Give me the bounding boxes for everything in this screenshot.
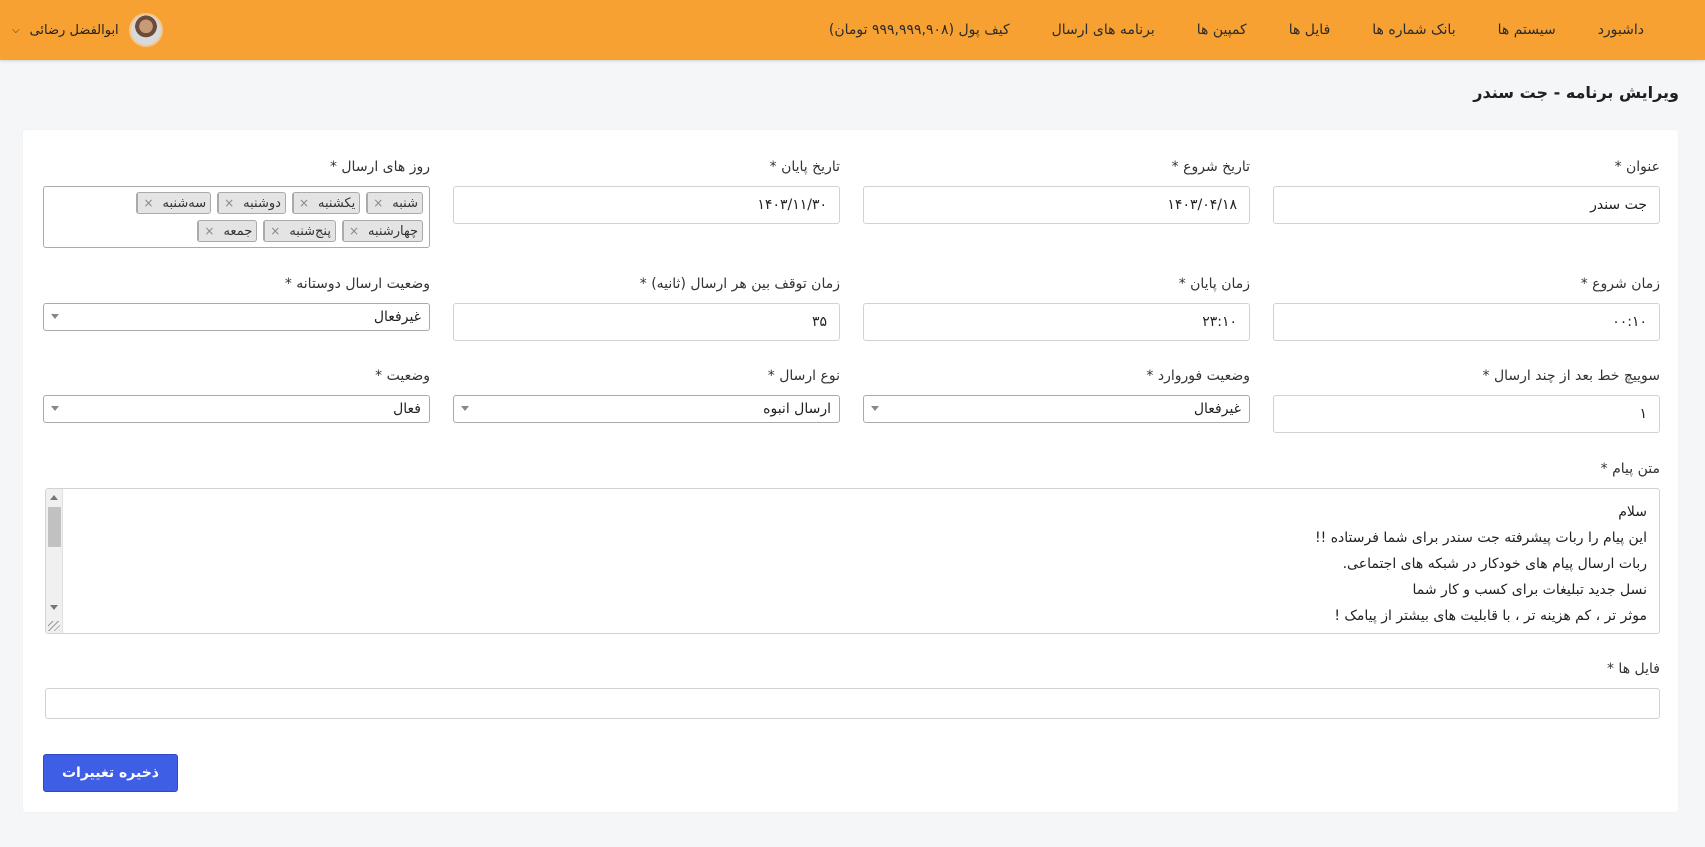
start-date-field: تاریخ شروع * (863, 158, 1250, 224)
form-card: عنوان * تاریخ شروع * تاریخ پایان * روز ه… (23, 130, 1678, 812)
day-tag-label: دوشنبه (243, 195, 281, 211)
end-date-field: تاریخ پایان * (453, 158, 840, 224)
end-time-label: زمان پایان * (1178, 276, 1250, 292)
top-navbar: داشبورد سیستم ها بانک شماره ها فایل ها ک… (0, 0, 1705, 60)
day-tag: × شنبه (366, 192, 423, 214)
start-time-label: زمان شروع * (1580, 276, 1660, 292)
title-label: عنوان * (1614, 159, 1660, 175)
status-select[interactable]: فعال (43, 395, 430, 423)
day-tag: × جمعه (197, 220, 258, 242)
remove-tag-icon[interactable]: × (137, 193, 158, 213)
end-time-field: زمان پایان * (863, 275, 1250, 341)
files-field: فایل ها * (45, 660, 1660, 719)
send-type-label: نوع ارسال * (767, 368, 840, 384)
page-title: ویرایش برنامه - جت سندر (1473, 83, 1679, 102)
line-switch-label: سوییچ خط بعد از چند ارسال * (1482, 368, 1660, 384)
end-time-input[interactable] (863, 303, 1250, 341)
day-tag: × یکشنبه (291, 192, 361, 214)
forward-status-value: غیرفعال (1193, 401, 1241, 417)
nav-campaigns[interactable]: کمپین ها (1176, 22, 1268, 38)
send-type-value: ارسال انبوه (763, 401, 831, 417)
nav-send-schedules[interactable]: برنامه های ارسال (1031, 22, 1176, 38)
forward-status-select[interactable]: غیرفعال (863, 395, 1250, 423)
friendly-status-select[interactable]: غیرفعال (43, 303, 430, 331)
scroll-down-icon[interactable] (50, 605, 58, 610)
start-time-field: زمان شروع * (1273, 275, 1660, 341)
message-line: سلام (1618, 504, 1647, 520)
day-tag-label: یکشنبه (318, 195, 356, 211)
message-line: موثر تر ، کم هزینه تر ، با قابلیت های بی… (1334, 608, 1647, 624)
send-type-select[interactable]: ارسال انبوه (453, 395, 840, 423)
day-tag: × دوشنبه (217, 192, 286, 214)
pause-time-input[interactable] (453, 303, 840, 341)
end-date-input[interactable] (453, 186, 840, 224)
message-textarea[interactable]: سلام این پیام را ربات پیشرفته جت سندر بر… (45, 488, 1660, 634)
day-tag-label: جمعه (223, 223, 253, 239)
title-field: عنوان * (1273, 158, 1660, 224)
day-tag-label: سه‌شنبه (162, 195, 207, 211)
message-field: متن پیام * سلام این پیام را ربات پیشرفته… (45, 460, 1660, 634)
chevron-down-icon (51, 314, 59, 319)
start-date-input[interactable] (863, 186, 1250, 224)
friendly-status-field: وضعیت ارسال دوستانه * غیرفعال (43, 275, 430, 331)
day-tag: × سه‌شنبه (136, 192, 212, 214)
pause-time-field: زمان توقف بین هر ارسال (ثانیه) * (453, 275, 840, 341)
day-tag: × پنج‌شنبه (263, 220, 336, 242)
chevron-down-icon: ⌵ (12, 24, 20, 36)
chevron-down-icon (871, 406, 879, 411)
message-line: نسل جدید تبلیغات برای کسب و کار شما (1412, 582, 1647, 598)
files-label: فایل ها * (1606, 661, 1660, 677)
textarea-scrollbar[interactable] (46, 489, 63, 633)
save-button[interactable]: ذخیره تغییرات (43, 754, 178, 792)
avatar (128, 13, 163, 47)
remove-tag-icon[interactable]: × (292, 193, 314, 213)
scroll-thumb[interactable] (48, 507, 61, 547)
remove-tag-icon[interactable]: × (342, 221, 364, 241)
title-input[interactable] (1273, 186, 1660, 224)
day-tag-label: پنج‌شنبه (289, 223, 331, 239)
remove-tag-icon[interactable]: × (264, 221, 285, 241)
forward-status-field: وضعیت فوروارد * غیرفعال (863, 367, 1250, 423)
message-line: ربات ارسال پیام های خودکار در شبکه های ا… (1342, 556, 1647, 572)
user-name: ابوالفضل رضائی (29, 22, 119, 38)
main-nav: داشبورد سیستم ها بانک شماره ها فایل ها ک… (808, 22, 1665, 38)
files-multiselect[interactable] (45, 688, 1660, 719)
send-type-field: نوع ارسال * ارسال انبوه (453, 367, 840, 423)
pause-time-label: زمان توقف بین هر ارسال (ثانیه) * (639, 276, 840, 292)
nav-systems[interactable]: سیستم ها (1477, 22, 1577, 38)
send-days-label: روز های ارسال * (329, 159, 430, 175)
remove-tag-icon[interactable]: × (367, 193, 388, 213)
friendly-status-label: وضعیت ارسال دوستانه * (284, 276, 430, 292)
scroll-up-icon[interactable] (50, 495, 58, 500)
forward-status-label: وضعیت فوروارد * (1146, 368, 1250, 384)
status-field: وضعیت * فعال (43, 367, 430, 423)
nav-files[interactable]: فایل ها (1268, 22, 1352, 38)
message-label: متن پیام * (1600, 461, 1660, 477)
status-value: فعال (393, 401, 421, 417)
send-days-field: روز های ارسال * × شنبه × یکشنبه × دوشنبه × س… (43, 158, 430, 248)
friendly-status-value: غیرفعال (373, 309, 421, 325)
day-tag-label: چهارشنبه (368, 223, 418, 239)
line-switch-input[interactable] (1273, 395, 1660, 433)
nav-dashboard[interactable]: داشبورد (1577, 22, 1665, 38)
chevron-down-icon (461, 406, 469, 411)
send-days-multiselect[interactable]: × شنبه × یکشنبه × دوشنبه × سه‌شنبه × چهارشنبه… (43, 186, 430, 248)
nav-number-banks[interactable]: بانک شماره ها (1351, 22, 1476, 38)
resize-grip-icon[interactable] (48, 621, 60, 631)
remove-tag-icon[interactable]: × (218, 193, 239, 213)
user-menu[interactable]: ⌵ ابوالفضل رضائی (12, 0, 163, 60)
start-time-input[interactable] (1273, 303, 1660, 341)
chevron-down-icon (51, 406, 59, 411)
day-tag-label: شنبه (392, 195, 418, 211)
start-date-label: تاریخ شروع * (1171, 159, 1250, 175)
end-date-label: تاریخ پایان * (769, 159, 840, 175)
day-tag: × چهارشنبه (341, 220, 423, 242)
status-label: وضعیت * (375, 368, 430, 384)
message-line: این پیام را ربات پیشرفته جت سندر برای شم… (1315, 530, 1647, 546)
line-switch-field: سوییچ خط بعد از چند ارسال * (1273, 367, 1660, 433)
nav-wallet[interactable]: کیف پول (۹۹۹,۹۹۹,۹۰۸ تومان) (808, 22, 1031, 38)
remove-tag-icon[interactable]: × (198, 221, 219, 241)
